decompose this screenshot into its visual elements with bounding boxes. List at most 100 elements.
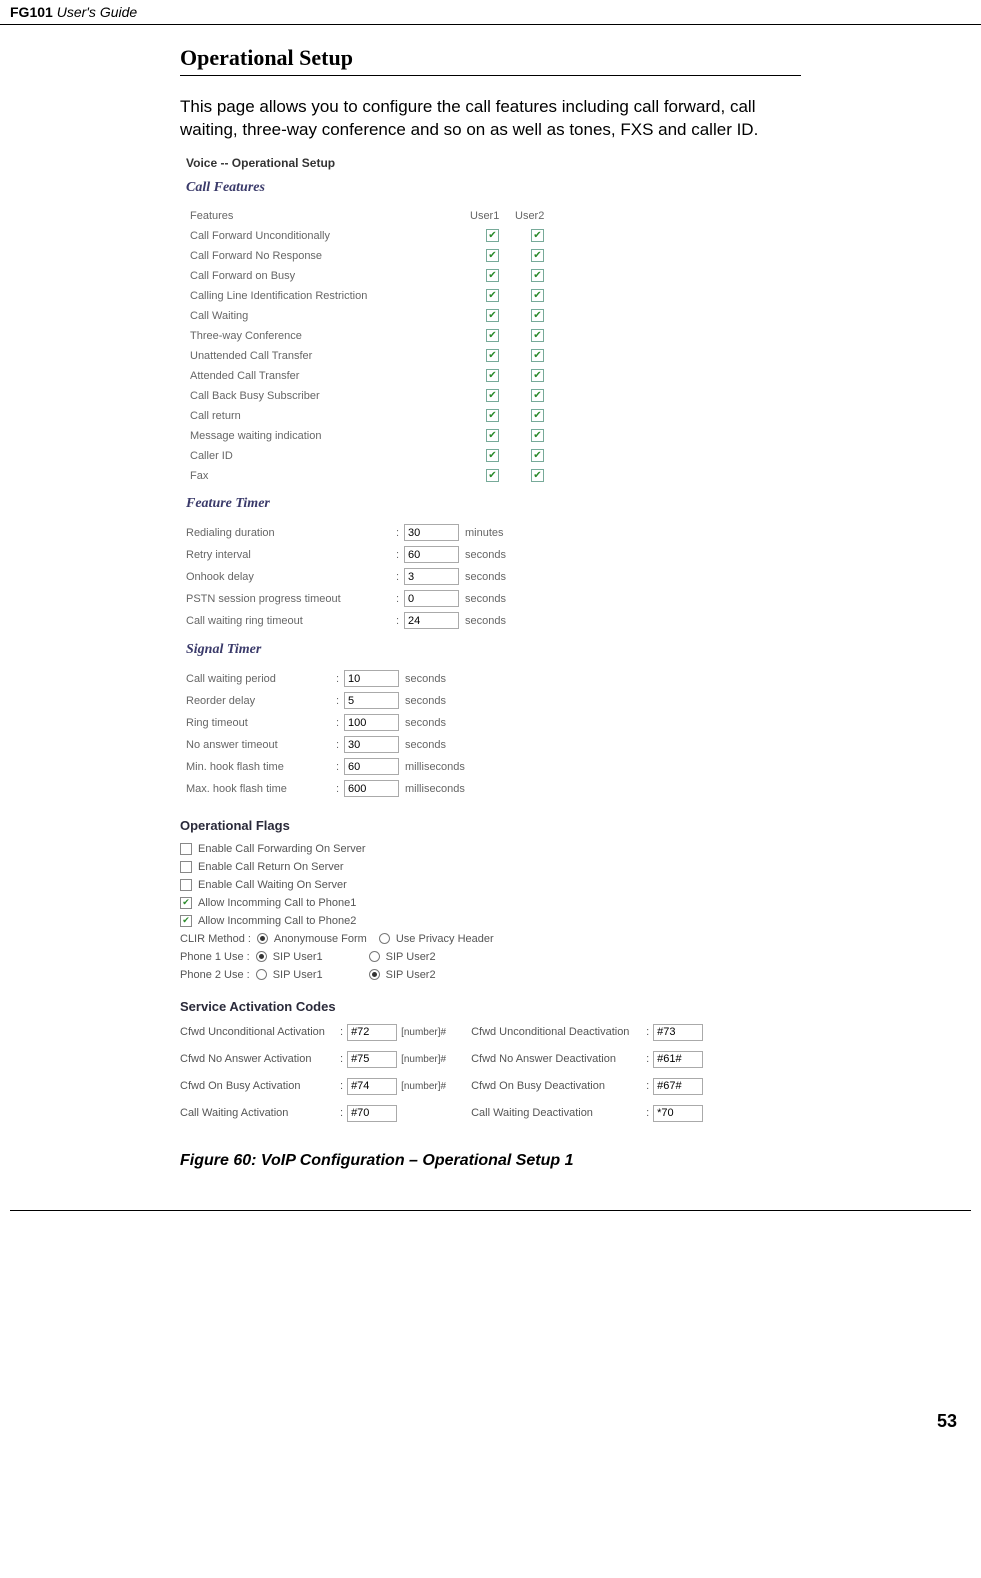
timer-input[interactable] (344, 780, 399, 797)
timer-input[interactable] (404, 568, 459, 585)
timer-unit: seconds (465, 571, 506, 583)
activation-label: Cfwd Unconditional Activation (180, 1026, 340, 1038)
activation-suffix: [number]# (401, 1027, 471, 1038)
user1-checkbox[interactable] (486, 309, 499, 322)
user1-checkbox[interactable] (486, 349, 499, 362)
colon: : (396, 571, 404, 583)
user1-checkbox[interactable] (486, 269, 499, 282)
user1-checkbox[interactable] (486, 289, 499, 302)
clir-method-row: CLIR Method : Anonymouse Form Use Privac… (180, 933, 800, 945)
activation-code-input[interactable] (347, 1105, 397, 1122)
user1-checkbox[interactable] (486, 469, 499, 482)
call-feature-row: Message waiting indication (190, 426, 800, 446)
deactivation-code-input[interactable] (653, 1024, 703, 1041)
phone1-opt1-label: SIP User1 (273, 951, 323, 963)
page-number: 53 (10, 1210, 971, 1442)
activation-code-input[interactable] (347, 1051, 397, 1068)
feature-timer-row: Call waiting ring timeout:seconds (186, 610, 800, 632)
user2-checkbox[interactable] (531, 429, 544, 442)
call-features-title: Call Features (186, 180, 800, 196)
user2-checkbox[interactable] (531, 269, 544, 282)
feature-label: Message waiting indication (190, 430, 470, 442)
voice-page-title: Voice -- Operational Setup (186, 156, 800, 170)
timer-input[interactable] (404, 612, 459, 629)
timer-label: Reorder delay (186, 695, 336, 707)
user2-checkbox[interactable] (531, 369, 544, 382)
activation-code-input[interactable] (347, 1078, 397, 1095)
user2-checkbox[interactable] (531, 309, 544, 322)
user2-checkbox[interactable] (531, 389, 544, 402)
timer-input[interactable] (344, 714, 399, 731)
user2-checkbox[interactable] (531, 229, 544, 242)
user1-header: User1 (470, 210, 515, 222)
user1-checkbox[interactable] (486, 409, 499, 422)
timer-unit: seconds (405, 673, 446, 685)
colon: : (396, 527, 404, 539)
activation-code-input[interactable] (347, 1024, 397, 1041)
phone2-sip1-radio[interactable] (256, 969, 267, 980)
timer-input[interactable] (404, 546, 459, 563)
user2-checkbox[interactable] (531, 469, 544, 482)
op-flag-checkbox[interactable] (180, 897, 192, 909)
timer-input[interactable] (404, 590, 459, 607)
deactivation-code-input[interactable] (653, 1051, 703, 1068)
user2-checkbox[interactable] (531, 409, 544, 422)
user1-checkbox[interactable] (486, 249, 499, 262)
user2-checkbox[interactable] (531, 449, 544, 462)
user1-checkbox[interactable] (486, 429, 499, 442)
call-feature-row: Calling Line Identification Restriction (190, 286, 800, 306)
colon: : (336, 695, 344, 707)
user2-checkbox[interactable] (531, 329, 544, 342)
activation-label: Call Waiting Activation (180, 1107, 340, 1119)
op-flag-checkbox[interactable] (180, 861, 192, 873)
phone2-sip2-radio[interactable] (369, 969, 380, 980)
user2-checkbox[interactable] (531, 289, 544, 302)
signal-timer-row: Call waiting period:seconds (186, 668, 800, 690)
deactivation-code-input[interactable] (653, 1078, 703, 1095)
service-code-row: Cfwd On Busy Activation:[number]#Cfwd On… (180, 1078, 800, 1095)
op-flag-checkbox[interactable] (180, 915, 192, 927)
timer-label: PSTN session progress timeout (186, 593, 396, 605)
op-flag-checkbox[interactable] (180, 879, 192, 891)
user1-checkbox[interactable] (486, 229, 499, 242)
signal-timer-row: Max. hook flash time:milliseconds (186, 778, 800, 800)
user2-checkbox[interactable] (531, 349, 544, 362)
feature-label: Caller ID (190, 450, 470, 462)
colon: : (396, 549, 404, 561)
user1-checkbox[interactable] (486, 369, 499, 382)
phone1-sip1-radio[interactable] (256, 951, 267, 962)
timer-input[interactable] (404, 524, 459, 541)
clir-privacy-radio[interactable] (379, 933, 390, 944)
screenshot-panel: Voice -- Operational Setup Call Features… (180, 156, 800, 1122)
phone2-opt2-label: SIP User2 (386, 969, 436, 981)
timer-unit: seconds (405, 695, 446, 707)
clir-label: CLIR Method : (180, 933, 251, 945)
op-flag-label: Enable Call Return On Server (198, 861, 344, 873)
service-code-row: Call Waiting Activation:Call Waiting Dea… (180, 1105, 800, 1122)
op-flag-label: Enable Call Waiting On Server (198, 879, 347, 891)
feature-label: Call Forward No Response (190, 250, 470, 262)
user2-checkbox[interactable] (531, 249, 544, 262)
user1-checkbox[interactable] (486, 449, 499, 462)
colon: : (336, 717, 344, 729)
call-feature-row: Unattended Call Transfer (190, 346, 800, 366)
phone1-sip2-radio[interactable] (369, 951, 380, 962)
timer-input[interactable] (344, 692, 399, 709)
user1-checkbox[interactable] (486, 329, 499, 342)
timer-input[interactable] (344, 670, 399, 687)
user1-checkbox[interactable] (486, 389, 499, 402)
feature-timer-row: Retry interval:seconds (186, 544, 800, 566)
op-flag-row: Enable Call Return On Server (180, 861, 800, 873)
timer-input[interactable] (344, 758, 399, 775)
clir-anonymous-radio[interactable] (257, 933, 268, 944)
colon: : (336, 739, 344, 751)
op-flag-checkbox[interactable] (180, 843, 192, 855)
op-flag-row: Enable Call Waiting On Server (180, 879, 800, 891)
call-feature-row: Call Waiting (190, 306, 800, 326)
signal-timer-group: Call waiting period:secondsReorder delay… (186, 668, 800, 800)
deactivation-code-input[interactable] (653, 1105, 703, 1122)
timer-label: No answer timeout (186, 739, 336, 751)
timer-input[interactable] (344, 736, 399, 753)
activation-suffix: [number]# (401, 1054, 471, 1065)
signal-timer-row: Reorder delay: seconds (186, 690, 800, 712)
